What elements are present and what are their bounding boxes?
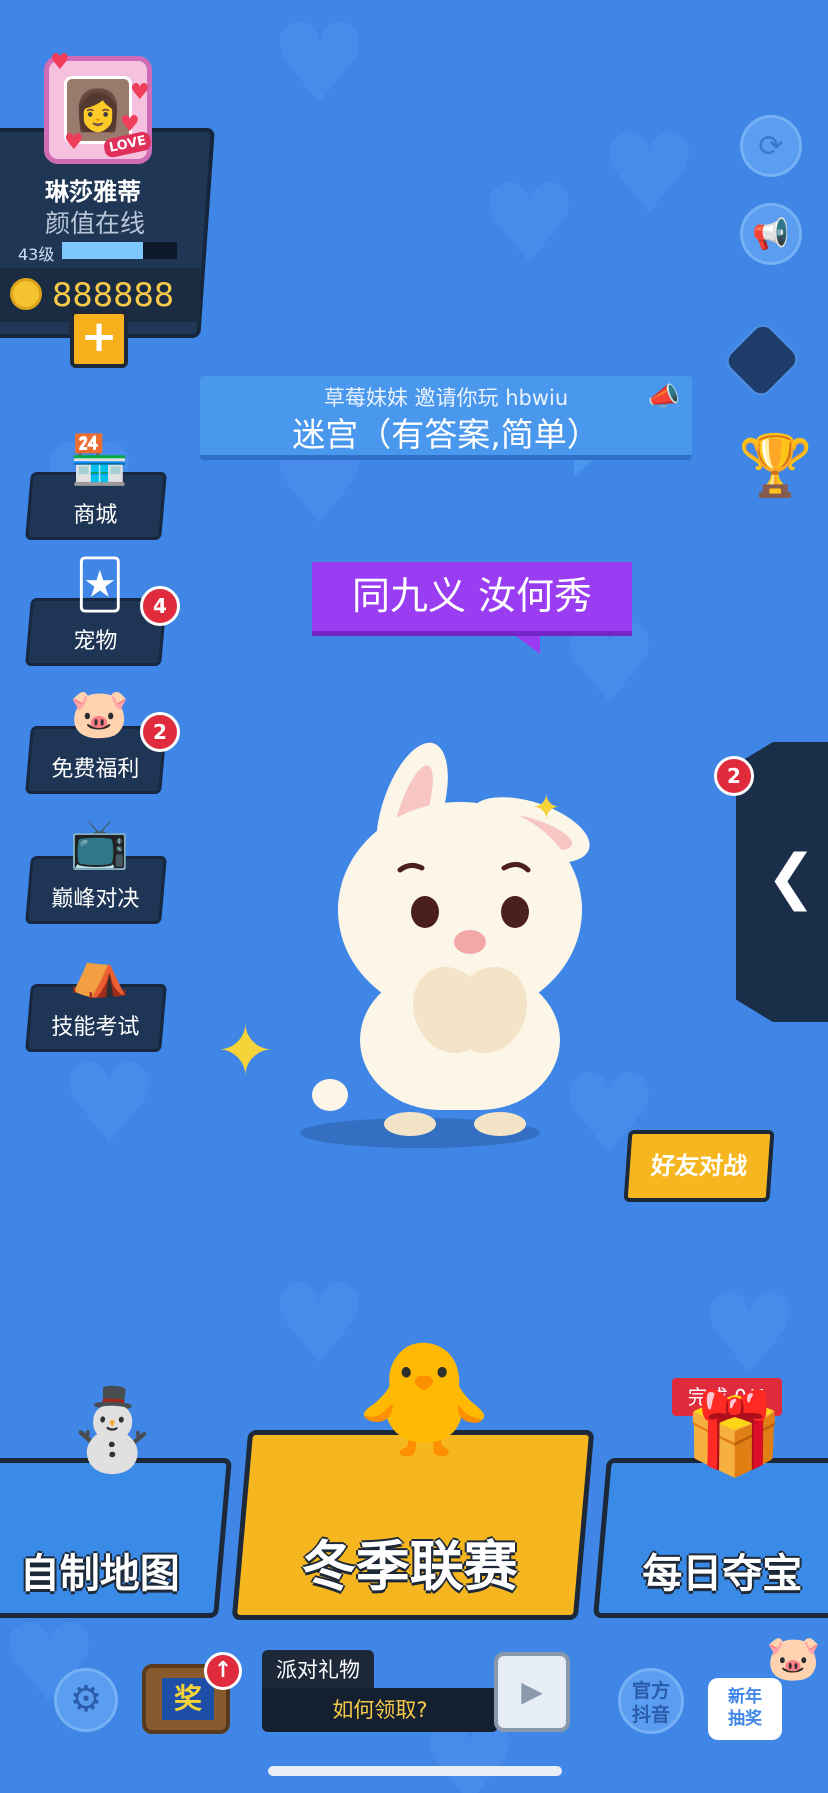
menu-label: 商城 (73, 503, 118, 528)
player-title: 颜值在线 (45, 209, 146, 238)
daily-treasure-label: 每日夺宝 (642, 1551, 803, 1597)
trophy-icon: 🏆 (738, 431, 813, 501)
heart-icon: ♥ (130, 80, 150, 105)
party-gift-action[interactable]: 如何领取? (262, 1688, 498, 1732)
shop-icon: 🏪 (69, 432, 130, 488)
heart-icon: ♥ (64, 130, 84, 155)
megaphone-icon: 📣 (647, 382, 680, 412)
new-year-lottery-button[interactable]: 新年 抽奖 (708, 1678, 782, 1740)
speech-tail (516, 636, 540, 654)
banner-tail (574, 460, 594, 476)
add-coins-button[interactable]: + (70, 310, 128, 368)
invite-map-name: 迷宫（有答案,简单） (292, 415, 600, 454)
custom-map-button[interactable]: ⛄ 自制地图 (0, 1383, 232, 1618)
newyear-label-line1: 新年 (728, 1687, 762, 1707)
bunny-character[interactable] (300, 720, 620, 1150)
menu-label: 技能考试 (51, 1015, 140, 1040)
snowman-icon: ⛄ (62, 1383, 162, 1476)
tv-icon: 📺 (69, 816, 130, 872)
pets-badge: 4 (140, 586, 180, 626)
heart-icon: ♥ (50, 50, 70, 75)
benefits-badge: 2 (140, 712, 180, 752)
broadcast-button[interactable]: 📢 (740, 203, 802, 265)
winter-league-label: 冬季联赛 (301, 1535, 518, 1598)
menu-shop[interactable]: 🏪 商城 (25, 432, 167, 540)
refresh-icon: ⟳ (758, 128, 784, 164)
award-label: 奖 (162, 1678, 214, 1720)
speech-bubble: 同九义 汝何秀 (312, 562, 632, 636)
sparkle-icon: ✦ (532, 788, 561, 828)
douyin-label-line2: 抖音 (631, 1704, 670, 1726)
menu-label: 宠物 (73, 629, 118, 654)
douyin-label-line1: 官方 (631, 1680, 670, 1702)
level-progress-fill (62, 242, 143, 259)
menu-peak-battle[interactable]: 📺 巅峰对决 (25, 816, 167, 924)
chevron-left-icon: ❮ (766, 842, 817, 912)
official-douyin-button[interactable]: 官方 抖音 (618, 1668, 684, 1734)
gear-icon: ⚙ (69, 1679, 103, 1720)
coin-amount: 888888 (52, 276, 175, 314)
custom-map-label: 自制地图 (19, 1551, 180, 1597)
friend-battle-button[interactable]: 好友对战 (623, 1130, 775, 1202)
treasure-chest-icon: 🎁 (684, 1387, 784, 1480)
home-indicator (268, 1766, 562, 1776)
newyear-label-line2: 抽奖 (728, 1709, 762, 1729)
refresh-button[interactable]: ⟳ (740, 115, 802, 177)
party-gift-panel[interactable]: 派对礼物 如何领取? (262, 1650, 498, 1746)
level-progress-bar (62, 242, 177, 259)
arrow-up-icon: ↑ (204, 1652, 242, 1690)
menu-skill-test[interactable]: ⛺ 技能考试 (25, 944, 167, 1052)
player-level: 43级 (18, 245, 55, 264)
menu-label: 巅峰对决 (51, 887, 140, 912)
tent-icon: ⛺ (69, 944, 130, 1000)
winter-league-button[interactable]: 🐥 冬季联赛 (231, 1335, 595, 1620)
map-invite-banner[interactable]: 草莓妹妹 邀请你玩 hbwiu 迷宫（有答案,简单） 📣 (200, 376, 692, 460)
video-chest-button[interactable]: ▶ (494, 1652, 570, 1732)
menu-label: 免费福利 (51, 757, 140, 782)
party-gift-title: 派对礼物 (262, 1650, 374, 1690)
winter-duck-icon: 🐥 (355, 1335, 493, 1463)
piggy-bank-icon: 🐷 (69, 686, 130, 742)
megaphone-icon: 📢 (752, 216, 790, 252)
sparkle-icon: ✦ (216, 1010, 275, 1092)
daily-treasure-button[interactable]: 🎁 每日夺宝 (593, 1387, 828, 1618)
trophy-button[interactable]: 🏆 (738, 430, 813, 526)
coin-icon (10, 278, 42, 310)
play-video-icon: ▶ (521, 1675, 543, 1708)
player-name: 琳莎雅蒂 (45, 178, 141, 206)
pig-mascot-icon: 🐷 (766, 1633, 821, 1684)
pet-cards-icon: 🃏 (75, 557, 125, 613)
settings-button[interactable]: ⚙ (54, 1668, 118, 1732)
drawer-badge: 2 (714, 756, 754, 796)
